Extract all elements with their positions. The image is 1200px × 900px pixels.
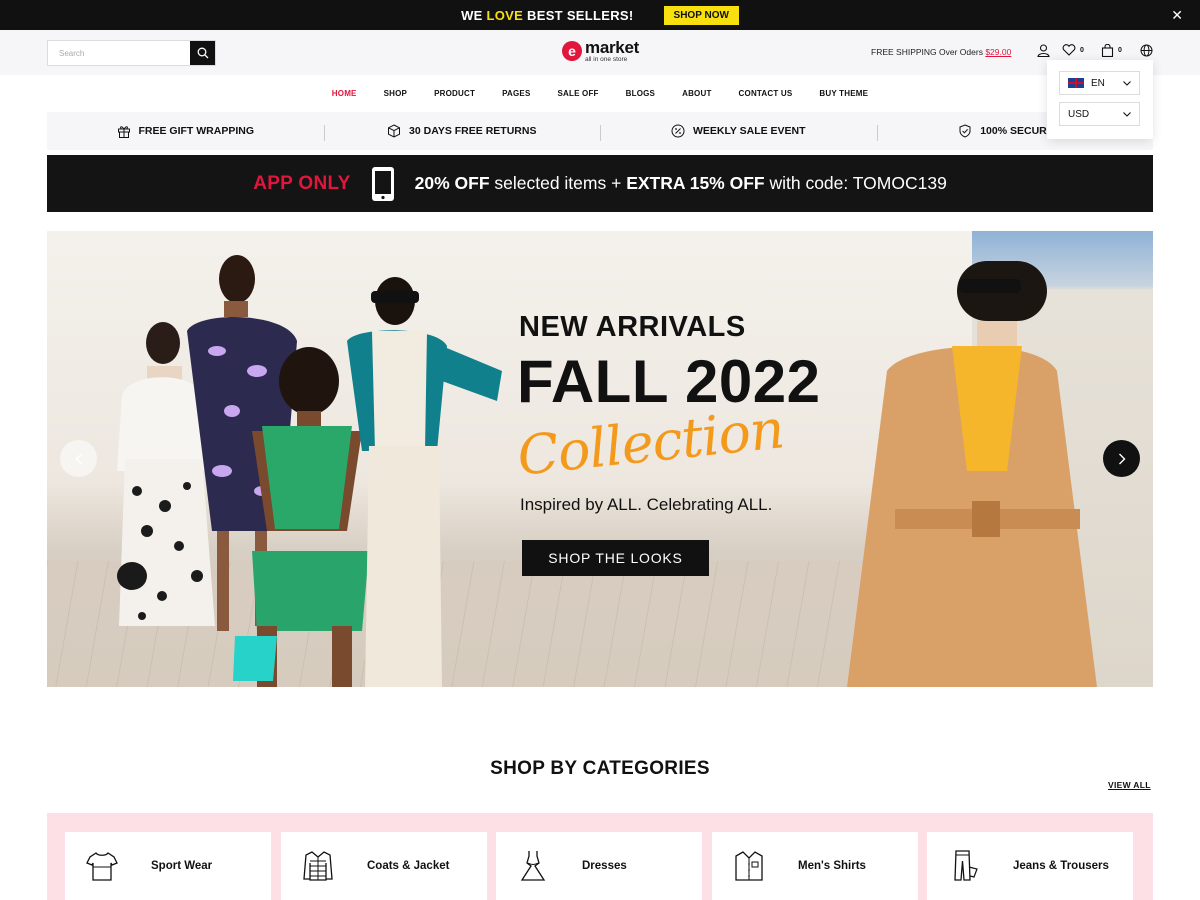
nav-product[interactable]: PRODUCT xyxy=(434,89,475,98)
shopping-bag-icon xyxy=(1101,44,1114,57)
tshirt-icon xyxy=(86,852,118,881)
hero-title-line1: NEW ARRIVALS xyxy=(519,311,746,343)
nav-about[interactable]: ABOUT xyxy=(682,89,711,98)
gift-icon xyxy=(117,126,130,138)
feature-free-returns: 30 DAYS FREE RETURNS xyxy=(323,124,601,141)
currency-select[interactable]: USD xyxy=(1059,102,1140,126)
feature-label: 30 DAYS FREE RETURNS xyxy=(409,125,537,137)
category-card-mens-shirts[interactable]: Men's Shirts xyxy=(712,832,918,900)
category-label: Coats & Jacket xyxy=(367,860,450,872)
promo-text: WE LOVE BEST SELLERS! xyxy=(461,8,633,23)
view-all-link[interactable]: VIEW ALL xyxy=(1108,780,1151,790)
logo-tagline: all in one store xyxy=(585,56,628,63)
shipping-text: FREE SHIPPING Over Oders xyxy=(871,47,986,57)
shipping-info: FREE SHIPPING Over Oders $29.00 xyxy=(871,47,1011,57)
feature-gift-wrapping: FREE GIFT WRAPPING xyxy=(47,124,324,138)
deal-mid: selected items + xyxy=(489,173,627,193)
locale-dropdown: EN USD xyxy=(1047,60,1153,139)
category-label: Dresses xyxy=(582,860,627,872)
wishlist-count: 0 xyxy=(1080,46,1084,54)
deal-bold-2: EXTRA 15% OFF xyxy=(626,173,765,193)
uk-flag-icon xyxy=(1068,78,1084,88)
shipping-price: $29.00 xyxy=(985,47,1012,57)
jacket-icon xyxy=(303,851,333,881)
chevron-down-icon xyxy=(1123,80,1131,86)
header: e market all in one store FREE SHIPPING … xyxy=(0,30,1200,75)
shop-now-button[interactable]: SHOP NOW xyxy=(663,5,739,25)
category-card-dresses[interactable]: Dresses xyxy=(496,832,702,900)
cart-button[interactable]: 0 xyxy=(1101,44,1122,57)
search-icon xyxy=(197,47,208,59)
category-label: Men's Shirts xyxy=(798,860,866,872)
logo[interactable]: e market all in one store xyxy=(562,39,639,64)
feature-label: FREE GIFT WRAPPING xyxy=(138,125,255,137)
nav-contact-us[interactable]: CONTACT US xyxy=(739,89,793,98)
deal-end: with code: TOMOC139 xyxy=(764,173,947,193)
deal-bold-1: 20% OFF xyxy=(414,173,490,193)
globe-icon xyxy=(1140,44,1153,57)
currency-value: USD xyxy=(1068,108,1090,120)
shield-check-icon xyxy=(959,124,971,138)
logo-name: market xyxy=(585,38,639,57)
shop-the-looks-button[interactable]: SHOP THE LOOKS xyxy=(522,540,709,576)
logo-mark: e xyxy=(562,41,582,62)
promo-text-highlight: LOVE xyxy=(486,7,524,23)
language-value: EN xyxy=(1091,77,1105,89)
app-promo-banner[interactable]: APP ONLY 20% OFF selected items + EXTRA … xyxy=(47,155,1153,212)
nav-home[interactable]: HOME xyxy=(332,89,357,98)
account-button[interactable] xyxy=(1037,44,1050,57)
hero-slider: NEW ARRIVALS FALL 2022 Collection Inspir… xyxy=(47,231,1153,687)
nav-shop[interactable]: SHOP xyxy=(384,89,407,98)
slider-next-button[interactable] xyxy=(1103,440,1140,477)
category-label: Jeans & Trousers xyxy=(1013,860,1109,872)
wishlist-button[interactable]: 0 xyxy=(1062,44,1084,56)
trousers-icon xyxy=(954,850,978,881)
language-select[interactable]: EN xyxy=(1059,71,1140,95)
category-card-sport-wear[interactable]: Sport Wear xyxy=(65,832,271,900)
feature-strip: FREE GIFT WRAPPING 30 DAYS FREE RETURNS … xyxy=(47,112,1153,150)
nav-buy-theme[interactable]: BUY THEME xyxy=(819,89,868,98)
app-deal-text: 20% OFF selected items + EXTRA 15% OFF w… xyxy=(415,173,947,194)
categories-title: SHOP BY CATEGORIES xyxy=(490,758,710,779)
cart-count: 0 xyxy=(1118,47,1122,54)
feature-weekly-sale: WEEKLY SALE EVENT xyxy=(600,124,877,141)
chevron-down-icon xyxy=(1123,111,1131,117)
hero-subtitle: Inspired by ALL. Celebrating ALL. xyxy=(520,495,773,514)
nav-blogs[interactable]: BLOGS xyxy=(626,89,655,98)
main-nav: HOME SHOP PRODUCT PAGES SALE OFF BLOGS A… xyxy=(0,75,1200,111)
search-input[interactable] xyxy=(48,41,190,65)
category-strip: Sport Wear Coats & Jacket Dresses Men's … xyxy=(47,813,1153,900)
box-icon xyxy=(388,124,401,138)
search-button[interactable] xyxy=(190,41,215,65)
close-icon[interactable]: ✕ xyxy=(1171,7,1183,24)
feature-label: WEEKLY SALE EVENT xyxy=(692,125,806,137)
app-only-label: APP ONLY xyxy=(253,172,351,194)
nav-pages[interactable]: PAGES xyxy=(502,89,530,98)
chevron-left-icon xyxy=(75,453,82,464)
percent-badge-icon xyxy=(671,124,685,138)
search-box xyxy=(47,40,216,66)
promo-text-before: WE xyxy=(461,7,487,23)
user-icon xyxy=(1037,44,1050,57)
nav-sale-off[interactable]: SALE OFF xyxy=(557,89,598,98)
slider-prev-button[interactable] xyxy=(60,440,97,477)
category-card-coats-jacket[interactable]: Coats & Jacket xyxy=(281,832,487,900)
dress-icon xyxy=(520,851,546,881)
category-card-jeans-trousers[interactable]: Jeans & Trousers xyxy=(927,832,1133,900)
heart-icon xyxy=(1062,44,1076,56)
promo-text-after: BEST SELLERS! xyxy=(523,7,634,23)
language-button[interactable] xyxy=(1140,44,1153,57)
chevron-right-icon xyxy=(1118,453,1125,464)
category-label: Sport Wear xyxy=(151,860,213,872)
shirt-icon xyxy=(735,851,763,881)
smartphone-icon xyxy=(371,166,394,201)
promo-bar: WE LOVE BEST SELLERS! SHOP NOW ✕ xyxy=(0,0,1200,30)
